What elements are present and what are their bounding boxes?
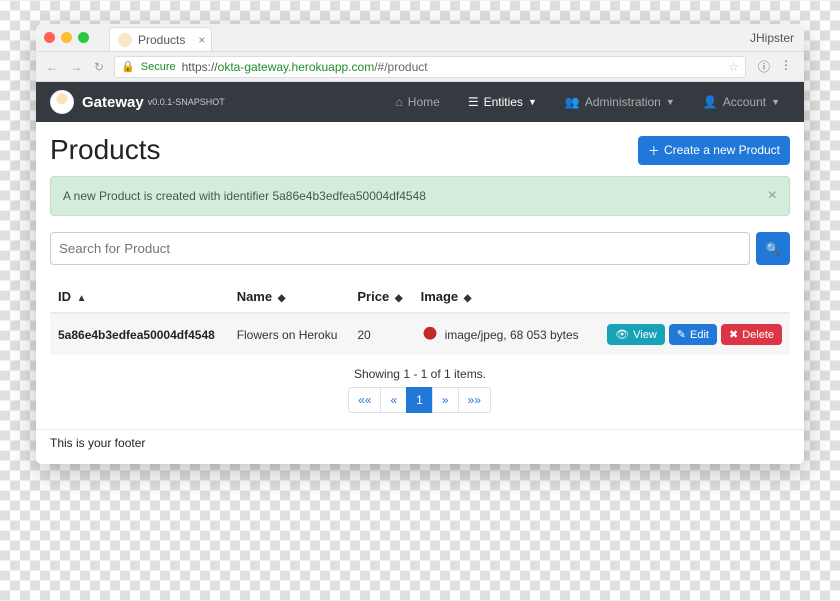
cell-name: Flowers on Heroku (229, 313, 350, 355)
chevron-down-icon: ▼ (528, 97, 537, 107)
alert-text: A new Product is created with identifier… (63, 189, 426, 203)
list-icon: ☰ (468, 95, 479, 109)
window-zoom-icon[interactable] (78, 32, 89, 43)
footer: This is your footer (36, 429, 804, 464)
col-price[interactable]: Price ◆ (349, 281, 412, 313)
alert-close-icon[interactable]: × (768, 187, 777, 205)
nav-home[interactable]: ⌂ Home (386, 89, 450, 115)
search-input[interactable] (50, 232, 750, 265)
page-prev[interactable]: « (380, 387, 407, 413)
tab-close-icon[interactable]: × (198, 33, 205, 47)
sort-asc-icon: ▲ (77, 293, 87, 304)
users-icon: 👥 (565, 95, 580, 109)
create-button[interactable]: ＋ Create a new Product (638, 136, 790, 165)
page-title: Products (50, 134, 161, 166)
home-icon: ⌂ (396, 95, 403, 109)
search-icon: 🔍 (766, 242, 781, 256)
window-close-icon[interactable] (44, 32, 55, 43)
bookmark-star-icon[interactable]: ☆ (728, 60, 739, 74)
page-current[interactable]: 1 (406, 387, 433, 413)
view-button[interactable]: 👁 View (607, 324, 665, 345)
cell-image: image/jpeg, 68 053 bytes (413, 313, 593, 355)
page-first[interactable]: «« (348, 387, 381, 413)
browser-window: Products × JHipster ← → ↻ 🔒 Secure https… (36, 24, 804, 464)
brand[interactable]: Gateway v0.0.1-SNAPSHOT (50, 90, 225, 114)
url-text: https://okta-gateway.herokuapp.com/#/pro… (182, 60, 428, 74)
browser-toolbar: ← → ↻ 🔒 Secure https://okta-gateway.hero… (36, 52, 804, 82)
nav-entities[interactable]: ☰ Entities ▼ (458, 89, 547, 115)
product-image-thumb-icon[interactable] (421, 326, 439, 344)
page-next[interactable]: » (432, 387, 459, 413)
products-table: ID ▲ Name ◆ Price ◆ Image ◆ 5a86e4b3edfe… (50, 281, 790, 355)
window-profile-label: JHipster (750, 31, 794, 45)
sort-icon: ◆ (278, 293, 286, 304)
tab-title: Products (138, 33, 185, 47)
col-image[interactable]: Image ◆ (413, 281, 593, 313)
forward-icon[interactable]: → (68, 60, 84, 74)
search-button[interactable]: 🔍 (756, 232, 790, 265)
edit-button[interactable]: ✎ Edit (669, 324, 717, 345)
window-minimize-icon[interactable] (61, 32, 72, 43)
window-titlebar: Products × JHipster (36, 24, 804, 52)
nav-admin[interactable]: 👥 Administration ▼ (555, 89, 685, 115)
eye-icon: 👁 (615, 328, 629, 341)
delete-button[interactable]: ✖ Delete (721, 324, 782, 345)
pencil-icon: ✎ (677, 328, 686, 341)
page-last[interactable]: »» (458, 387, 491, 413)
cell-id[interactable]: 5a86e4b3edfea50004df4548 (50, 313, 229, 355)
reload-icon[interactable]: ↻ (92, 60, 106, 74)
page-body: Products ＋ Create a new Product A new Pr… (36, 122, 804, 429)
col-name[interactable]: Name ◆ (229, 281, 350, 313)
times-icon: ✖ (729, 328, 738, 341)
app-navbar: Gateway v0.0.1-SNAPSHOT ⌂ Home ☰ Entitie… (36, 82, 804, 122)
cell-price: 20 (349, 313, 412, 355)
success-alert: A new Product is created with identifier… (50, 176, 790, 216)
lock-icon: 🔒 (121, 60, 135, 73)
back-icon[interactable]: ← (44, 60, 60, 74)
user-icon: 👤 (703, 95, 718, 109)
col-id[interactable]: ID ▲ (50, 281, 229, 313)
sort-icon: ◆ (464, 293, 472, 304)
chevron-down-icon: ▼ (666, 97, 675, 107)
favicon-icon (118, 33, 132, 47)
secure-label: Secure (141, 61, 176, 73)
browser-tab[interactable]: Products × (109, 27, 212, 51)
pagination: «« « 1 » »» (349, 387, 491, 413)
table-row: 5a86e4b3edfea50004df4548 Flowers on Hero… (50, 313, 790, 355)
url-field[interactable]: 🔒 Secure https://okta-gateway.herokuapp.… (114, 56, 746, 78)
pagination-summary: Showing 1 - 1 of 1 items. (50, 367, 790, 381)
sort-icon: ◆ (395, 293, 403, 304)
overflow-icon[interactable]: ⋮ (780, 58, 792, 75)
chevron-down-icon: ▼ (771, 97, 780, 107)
plus-icon: ＋ (648, 142, 660, 159)
info-icon[interactable]: ⓘ (758, 58, 770, 75)
brand-logo-icon (50, 90, 74, 114)
nav-account[interactable]: 👤 Account ▼ (693, 89, 790, 115)
